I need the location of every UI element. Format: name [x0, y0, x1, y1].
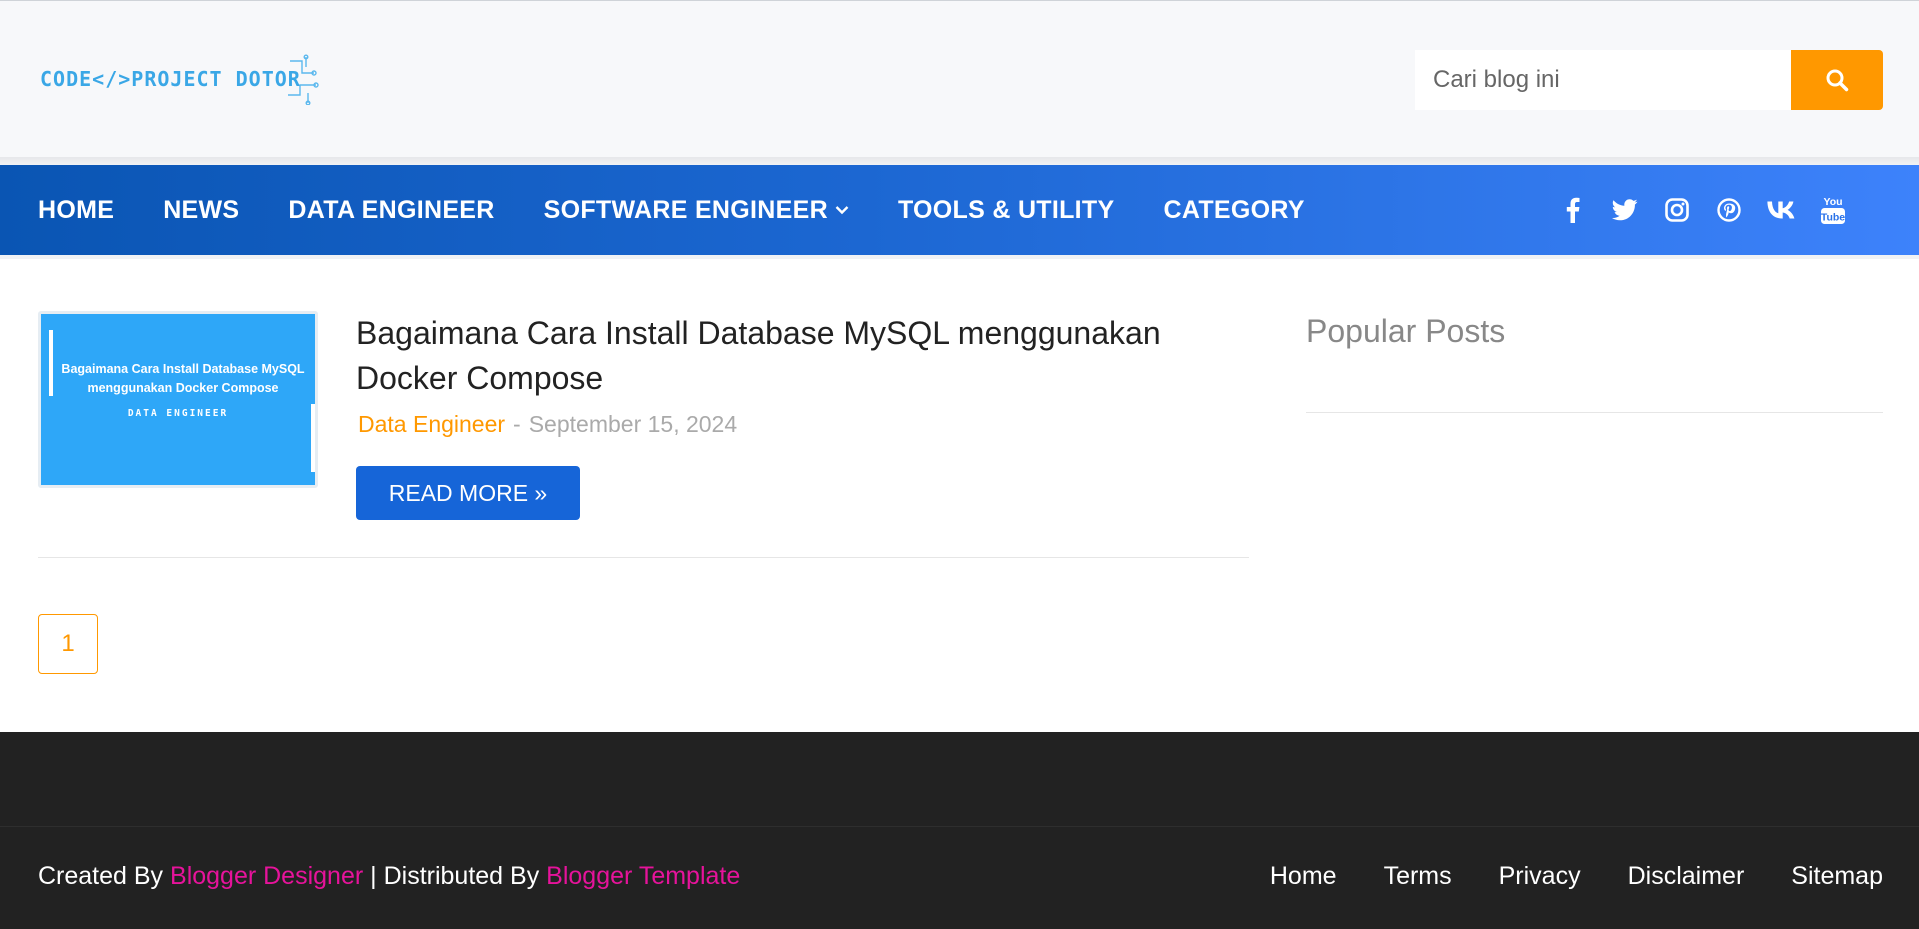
twitter-icon[interactable] [1599, 190, 1651, 230]
post-title[interactable]: Bagaimana Cara Install Database MySQL me… [356, 311, 1249, 401]
sidebar: Popular Posts [1306, 311, 1883, 413]
post-category[interactable]: Data Engineer [358, 411, 505, 437]
instagram-icon[interactable] [1651, 190, 1703, 230]
sidebar-title: Popular Posts [1306, 313, 1506, 349]
footer-divider [0, 826, 1919, 827]
svg-text:Tube: Tube [1821, 212, 1845, 224]
facebook-icon[interactable] [1547, 190, 1599, 230]
search-icon [1826, 69, 1849, 92]
site-footer: Created By Blogger Designer | Distribute… [0, 732, 1919, 929]
chevron-down-icon [835, 205, 849, 215]
footer-links: Home Terms Privacy Disclaimer Sitemap [1223, 862, 1883, 891]
footer-link-home[interactable]: Home [1270, 862, 1337, 891]
footer-link-terms[interactable]: Terms [1384, 862, 1452, 891]
post-item: Bagaimana Cara Install Database MySQL me… [38, 311, 1249, 558]
footer-link-disclaimer[interactable]: Disclaimer [1628, 862, 1745, 891]
template-link[interactable]: Blogger Template [546, 862, 740, 890]
nav-divider [0, 255, 1919, 259]
site-logo[interactable]: CODE</>PROJECT DOTOR [40, 51, 320, 107]
post-date: September 15, 2024 [528, 411, 738, 437]
pagination-current-page[interactable]: 1 [38, 614, 98, 674]
designer-link[interactable]: Blogger Designer [170, 862, 363, 890]
search-form [1415, 50, 1883, 110]
read-more-button[interactable]: READ MORE » [356, 466, 580, 520]
youtube-icon[interactable]: You Tube [1807, 190, 1859, 230]
circuit-icon [288, 54, 319, 105]
nav-item-label: NEWS [163, 195, 240, 224]
search-button[interactable] [1791, 50, 1883, 110]
main-nav: HOME NEWS DATA ENGINEER SOFTWARE ENGINEE… [0, 165, 1919, 255]
thumbnail-title: Bagaimana Cara Install Database MySQL me… [61, 362, 305, 395]
pinterest-icon[interactable] [1703, 190, 1755, 230]
nav-item-data-engineer[interactable]: DATA ENGINEER [288, 196, 494, 225]
social-links: You Tube [1547, 165, 1859, 255]
nav-item-home[interactable]: HOME [38, 196, 114, 225]
sidebar-divider [1306, 412, 1883, 413]
footer-link-privacy[interactable]: Privacy [1499, 862, 1581, 891]
footer-credit: Created By Blogger Designer | Distribute… [38, 862, 740, 891]
nav-item-software-engineer[interactable]: SOFTWARE ENGINEER [544, 196, 849, 225]
logo-text: CODE</>PROJECT DOTOR [40, 67, 301, 91]
nav-item-label: HOME [38, 195, 115, 224]
site-header: CODE</>PROJECT DOTOR [0, 0, 1919, 158]
nav-item-label: TOOLS & UTILITY [897, 195, 1115, 224]
nav-item-label: SOFTWARE ENGINEER [543, 195, 828, 224]
nav-menu: HOME NEWS DATA ENGINEER SOFTWARE ENGINEE… [38, 165, 1354, 255]
vk-icon[interactable] [1755, 190, 1807, 230]
nav-item-news[interactable]: NEWS [163, 196, 239, 225]
thumbnail-accent-left [49, 330, 53, 396]
credit-distributed-by: | Distributed By [370, 862, 540, 890]
nav-item-label: DATA ENGINEER [288, 195, 495, 224]
nav-item-label: CATEGORY [1163, 195, 1305, 224]
credit-created-by: Created By [38, 862, 164, 890]
post-thumbnail[interactable]: Bagaimana Cara Install Database MySQL me… [38, 311, 318, 488]
footer-link-sitemap[interactable]: Sitemap [1791, 862, 1883, 891]
svg-text:You: You [1823, 196, 1842, 208]
search-input[interactable] [1415, 50, 1791, 110]
nav-item-category[interactable]: CATEGORY [1163, 196, 1304, 225]
header-divider [0, 157, 1919, 165]
nav-item-tools-utility[interactable]: TOOLS & UTILITY [898, 196, 1115, 225]
thumbnail-tag: DATA ENGINEER [127, 408, 229, 419]
post-meta: Data Engineer - September 15, 2024 [358, 411, 737, 438]
meta-separator: - [513, 411, 521, 437]
